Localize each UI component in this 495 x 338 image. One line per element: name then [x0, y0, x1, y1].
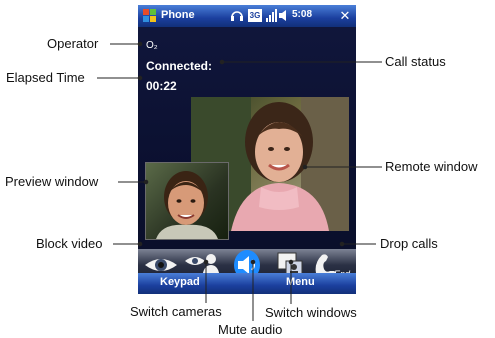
- callout-remote-window: Remote window: [385, 159, 478, 174]
- callout-elapsed-time: Elapsed Time: [6, 70, 85, 85]
- callout-switch-windows: Switch windows: [265, 305, 357, 320]
- callout-preview-window: Preview window: [5, 174, 99, 189]
- callout-switch-cameras: Switch cameras: [130, 304, 222, 319]
- callout-call-status: Call status: [385, 54, 446, 69]
- callout-block-video: Block video: [36, 236, 103, 251]
- callout-operator: Operator: [47, 36, 99, 51]
- callout-mute-audio: Mute audio: [218, 322, 283, 337]
- callout-drop-calls: Drop calls: [380, 236, 438, 251]
